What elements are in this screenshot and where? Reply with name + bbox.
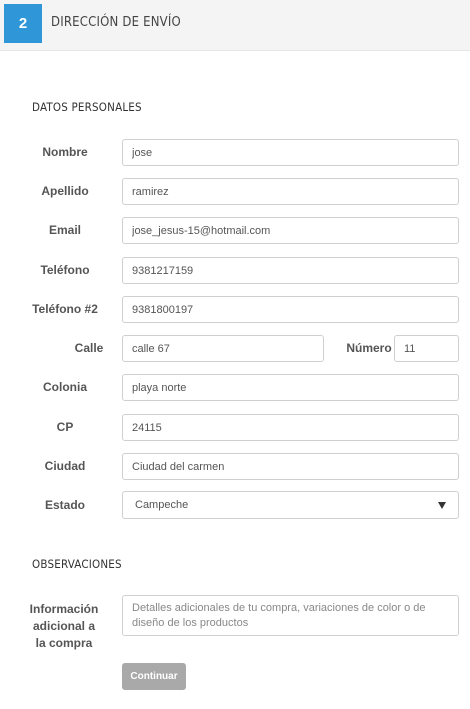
numero-input[interactable] (394, 335, 459, 362)
email-label: Email (48, 223, 81, 237)
step-number-badge: 2 (4, 4, 42, 43)
calle-label: Calle (74, 341, 104, 355)
observaciones-label-line-3: la compra (35, 636, 93, 650)
observaciones-label: Información adicional a la compra (28, 601, 100, 652)
numero-label: Número (346, 341, 392, 355)
estado-selected-value: Campeche (135, 499, 189, 511)
chevron-down-icon (438, 501, 446, 509)
apellido-input[interactable] (122, 178, 459, 205)
telefono2-label: Teléfono #2 (32, 302, 98, 316)
telefono-input[interactable] (122, 257, 459, 284)
estado-select[interactable]: Campeche (122, 491, 459, 519)
ciudad-input[interactable] (122, 453, 459, 480)
ciudad-label: Ciudad (44, 459, 86, 473)
personal-data-heading: DATOS PERSONALES (32, 100, 142, 114)
section-title: DIRECCIÓN DE ENVÍO (51, 15, 181, 30)
cp-label: CP (56, 420, 74, 434)
observaciones-textarea[interactable] (122, 595, 459, 636)
estado-label: Estado (44, 498, 85, 512)
telefono-label: Teléfono (40, 263, 90, 277)
apellido-label: Apellido (41, 184, 89, 198)
colonia-label: Colonia (43, 380, 87, 394)
observaciones-heading: OBSERVACIONES (32, 557, 122, 571)
observaciones-label-line-1: Información (29, 602, 99, 616)
email-input[interactable] (122, 217, 459, 244)
section-header: 2 DIRECCIÓN DE ENVÍO (0, 0, 470, 51)
nombre-label: Nombre (42, 145, 88, 159)
cp-input[interactable] (122, 414, 459, 441)
nombre-input[interactable] (122, 139, 459, 166)
colonia-input[interactable] (122, 374, 459, 401)
continue-button[interactable]: Continuar (122, 663, 186, 690)
observaciones-label-line-2: adicional a (32, 619, 96, 633)
calle-input[interactable] (122, 335, 324, 362)
telefono2-input[interactable] (122, 296, 459, 323)
